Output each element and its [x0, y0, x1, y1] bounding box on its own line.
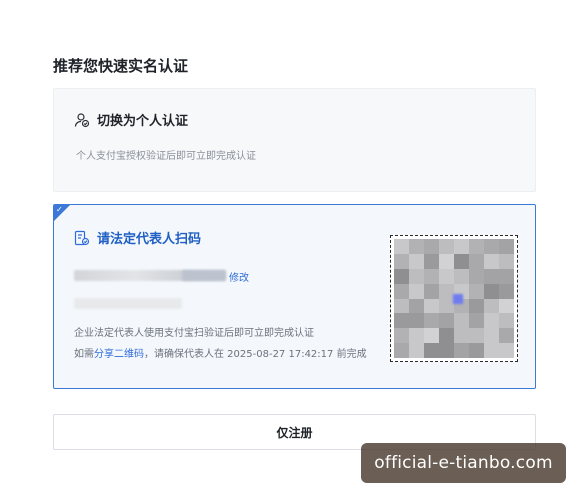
- share-qr-link[interactable]: 分享二维码: [94, 349, 144, 360]
- qr-mosaic-cell: [454, 253, 469, 269]
- qr-mosaic-cell: [394, 239, 409, 254]
- redacted-rep-name: [74, 298, 182, 309]
- qr-mosaic-cell: [409, 268, 424, 284]
- legal-card-title: 请法定代表人扫码: [97, 232, 202, 247]
- personal-card-header: 切换为个人认证: [74, 110, 188, 129]
- qr-mosaic-cell: [409, 343, 424, 358]
- qr-mosaic-cell: [424, 328, 439, 344]
- qr-mosaic-cell: [394, 313, 409, 329]
- qr-mosaic-cell: [469, 313, 484, 329]
- qr-mosaic-cell: [394, 328, 409, 344]
- qr-mosaic-cell: [469, 283, 484, 299]
- qr-mosaic-cell: [439, 313, 454, 329]
- qr-mosaic-cell: [439, 268, 454, 284]
- modify-link[interactable]: 修改: [229, 269, 249, 284]
- qr-mosaic-cell: [394, 253, 409, 269]
- qr-mosaic-cell: [424, 343, 439, 358]
- qr-mosaic-cell: [409, 298, 424, 314]
- qr-mosaic-cell: [499, 268, 514, 284]
- watermark: official-e-tianbo.com: [361, 443, 566, 483]
- qr-center-marker: [453, 294, 463, 304]
- qr-code-icon: [390, 235, 518, 362]
- qr-mosaic-cell: [484, 268, 499, 284]
- qr-mosaic-cell: [409, 313, 424, 329]
- personal-card-title: 切换为个人认证: [97, 114, 189, 129]
- qr-mosaic-cell: [409, 239, 424, 254]
- qr-mosaic-cell: [484, 253, 499, 269]
- qr-mosaic-cell: [394, 268, 409, 284]
- personal-card-description: 个人支付宝授权验证后即可立即完成认证: [76, 151, 256, 162]
- legal-card-header: 请法定代表人扫码: [74, 228, 201, 247]
- legal-card-description: 企业法定代表人使用支付宝扫验证后即可立即完成认证: [74, 328, 314, 339]
- qr-mosaic-cell: [454, 313, 469, 329]
- redacted-company-name-tail: [182, 270, 226, 281]
- qr-mosaic-cell: [499, 239, 514, 254]
- qr-mosaic-cell: [394, 298, 409, 314]
- document-verify-icon: [74, 230, 90, 246]
- qr-mosaic-cell: [439, 283, 454, 299]
- person-verify-icon: [74, 112, 90, 128]
- personal-verify-card[interactable]: 切换为个人认证 个人支付宝授权验证后即可立即完成认证: [53, 88, 536, 192]
- qr-mosaic-cell: [424, 298, 439, 314]
- qr-mosaic-cell: [454, 239, 469, 254]
- qr-mosaic-cell: [454, 343, 469, 358]
- qr-mosaic-cell: [499, 328, 514, 344]
- qr-mosaic-cell: [499, 313, 514, 329]
- qr-mosaic-cell: [469, 239, 484, 254]
- qr-mosaic-cell: [484, 283, 499, 299]
- qr-mosaic-cell: [499, 283, 514, 299]
- qr-mosaic-cell: [439, 253, 454, 269]
- qr-mosaic-cell: [469, 328, 484, 344]
- qr-mosaic-cell: [499, 298, 514, 314]
- qr-mosaic-cell: [484, 313, 499, 329]
- qr-mosaic-cell: [454, 328, 469, 344]
- check-icon: ✓: [56, 205, 63, 214]
- qr-mosaic-cell: [484, 298, 499, 314]
- qr-mosaic-cell: [424, 239, 439, 254]
- qr-mosaic-cell: [469, 268, 484, 284]
- qr-mosaic-cell: [484, 343, 499, 358]
- qr-mosaic-cell: [394, 343, 409, 358]
- share-prefix: 如需: [74, 349, 94, 360]
- page-title: 推荐您快速实名认证: [53, 57, 189, 75]
- legal-rep-verify-card[interactable]: ✓ 请法定代表人扫码 修改 企业法定代表人使用支付宝扫验证后即可立即完成认证 如…: [53, 204, 536, 389]
- qr-mosaic-cell: [439, 343, 454, 358]
- qr-mosaic-cell: [454, 268, 469, 284]
- qr-mosaic-cell: [409, 253, 424, 269]
- qr-mosaic-cell: [499, 343, 514, 358]
- qr-mosaic-cell: [424, 313, 439, 329]
- share-qr-note: 如需分享二维码，请确保代表人在 2025-08-27 17:42:17 前完成: [74, 345, 367, 360]
- qr-mosaic-cell: [499, 253, 514, 269]
- qr-mosaic-cell: [484, 328, 499, 344]
- qr-mosaic-cell: [484, 239, 499, 254]
- qr-mosaic-cell: [439, 328, 454, 344]
- share-suffix: ，请确保代表人在 2025-08-27 17:42:17 前完成: [144, 349, 367, 360]
- qr-mosaic-cell: [394, 283, 409, 299]
- qr-mosaic-cell: [424, 283, 439, 299]
- qr-mosaic-cell: [469, 343, 484, 358]
- qr-mosaic-cell: [469, 298, 484, 314]
- qr-mosaic-cell: [439, 239, 454, 254]
- qr-mosaic-cell: [409, 283, 424, 299]
- qr-mosaic-cell: [469, 253, 484, 269]
- qr-mosaic-cell: [424, 253, 439, 269]
- qr-mosaic-cell: [424, 268, 439, 284]
- qr-mosaic-cell: [439, 298, 454, 314]
- qr-mosaic-cell: [409, 328, 424, 344]
